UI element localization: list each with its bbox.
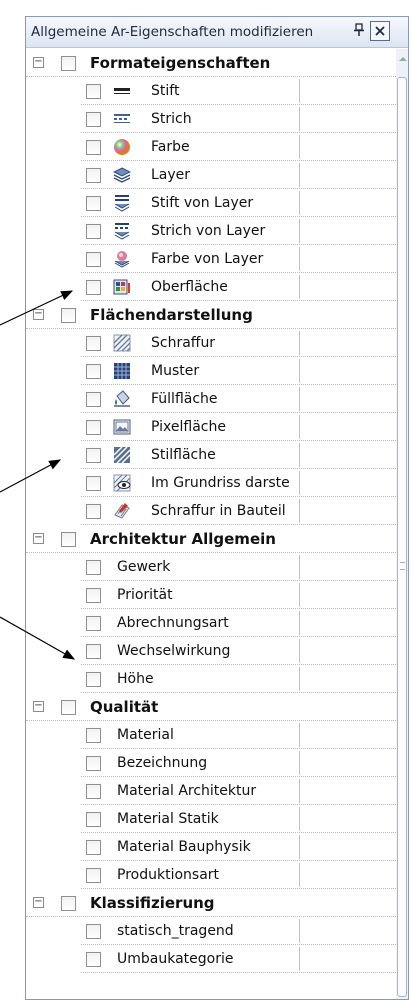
annotation-arrow: [0, 459, 62, 493]
annotation-arrow: [0, 616, 76, 660]
annotation-arrows: [0, 290, 76, 660]
annotation-arrow: [0, 290, 74, 326]
